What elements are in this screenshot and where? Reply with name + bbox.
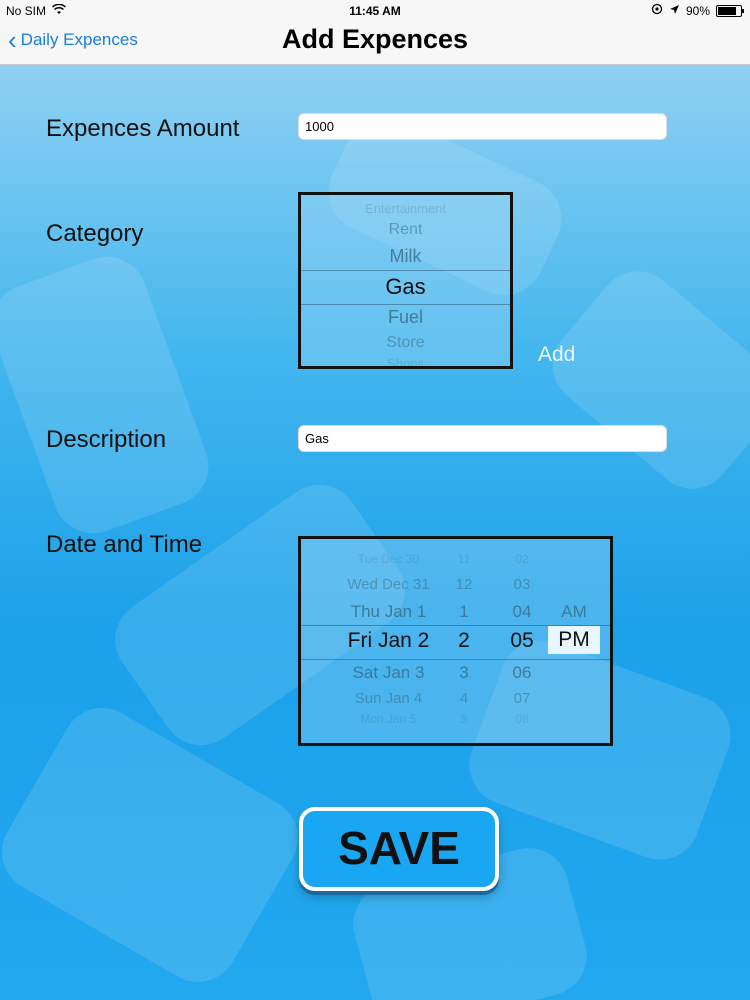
date-picker-hour[interactable]: 3	[449, 663, 479, 683]
navigation-bar: ‹ Daily Expences Add Expences	[0, 22, 750, 65]
date-picker-minute[interactable]: 03	[504, 576, 540, 593]
date-picker-hour[interactable]: 1	[449, 602, 479, 622]
category-option[interactable]: Milk	[301, 246, 510, 267]
datetime-label: Date and Time	[46, 531, 203, 558]
orientation-lock-icon	[651, 3, 663, 18]
battery-icon	[716, 4, 744, 17]
category-option[interactable]: Fuel	[301, 307, 510, 328]
category-option[interactable]: Shops	[301, 356, 510, 366]
category-option[interactable]: Store	[301, 334, 510, 352]
location-icon	[669, 4, 680, 18]
category-label: Category	[46, 220, 144, 247]
date-picker-ampm[interactable]: AM	[548, 602, 600, 622]
battery-percent: 90%	[685, 3, 710, 18]
description-label: Description	[46, 426, 167, 453]
date-picker-hour[interactable]: 11	[449, 552, 479, 566]
form-background: Expences Amount 1000 Category Entertainm…	[0, 65, 750, 1000]
date-picker-minute[interactable]: 08	[504, 712, 540, 726]
date-picker-hour[interactable]: 12	[449, 576, 479, 593]
picker-selection-line	[301, 659, 610, 660]
date-picker-ampm-selected[interactable]: PM	[548, 626, 600, 654]
date-time-picker[interactable]: Tue Dec 30 Wed Dec 31 Thu Jan 1 Fri Jan 2 Sa…	[298, 536, 613, 746]
picker-selection-line	[301, 270, 510, 271]
date-picker-hour[interactable]: 5	[449, 712, 479, 726]
status-right: 90%	[651, 3, 744, 18]
category-picker[interactable]: Entertainment Rent Milk Gas Fuel Store Shops	[298, 192, 513, 369]
date-picker-minute[interactable]: 07	[504, 690, 540, 707]
date-picker-day[interactable]: Mon Jan 5	[321, 712, 456, 726]
date-picker-day-selected[interactable]: Fri Jan 2	[321, 629, 456, 653]
amount-label: Expences Amount	[46, 115, 240, 142]
date-picker-hour-selected[interactable]: 2	[449, 629, 479, 653]
category-option[interactable]: Rent	[301, 221, 510, 239]
date-picker-minute[interactable]: 06	[504, 663, 540, 683]
decorative-banknote	[0, 245, 220, 545]
description-field[interactable]: Gas	[298, 425, 667, 452]
date-picker-day[interactable]: Sat Jan 3	[321, 663, 456, 683]
date-picker-day[interactable]: Thu Jan 1	[321, 602, 456, 622]
status-time: 11:45 AM	[349, 4, 401, 18]
page-title: Add Expences	[281, 24, 469, 54]
status-bar: No SIM 11:45 AM 90%	[0, 0, 750, 22]
category-option-selected[interactable]: Gas	[301, 274, 510, 300]
save-button[interactable]: SAVE	[299, 807, 499, 891]
date-picker-day[interactable]: Tue Dec 30	[321, 552, 456, 566]
date-picker-day[interactable]: Wed Dec 31	[321, 576, 456, 593]
picker-selection-line	[301, 304, 510, 305]
date-picker-minute-selected[interactable]: 05	[504, 629, 540, 653]
decorative-banknote	[0, 693, 313, 997]
add-category-button[interactable]: Add	[538, 343, 575, 367]
category-option[interactable]: Entertainment	[301, 201, 510, 216]
amount-field[interactable]: 1000	[298, 113, 667, 140]
date-picker-minute[interactable]: 02	[504, 552, 540, 566]
date-picker-minute[interactable]: 04	[504, 602, 540, 622]
decorative-banknote	[536, 255, 750, 505]
date-picker-hour[interactable]: 4	[449, 690, 479, 707]
date-picker-day[interactable]: Sun Jan 4	[321, 690, 456, 707]
battery-level	[718, 6, 736, 15]
